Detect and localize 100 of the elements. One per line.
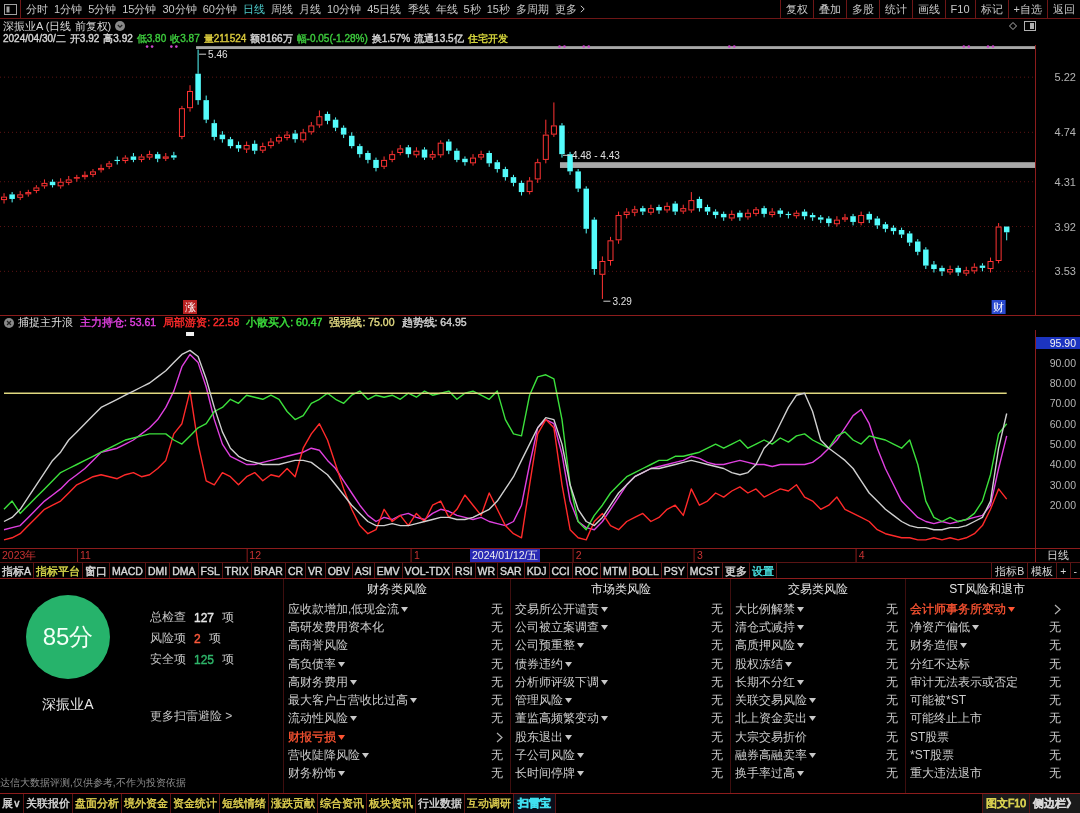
indicator-tab[interactable]: PSY xyxy=(661,563,688,578)
period-tab[interactable]: 周线 xyxy=(268,0,296,18)
risk-item[interactable]: 北上资金卖出 xyxy=(735,710,807,728)
indicator-tab[interactable]: BOLL xyxy=(629,563,662,578)
period-tab[interactable]: 1分钟 xyxy=(51,0,86,18)
side-button[interactable]: 侧边栏》 xyxy=(1029,794,1080,813)
caret-down-icon[interactable] xyxy=(809,753,816,758)
caret-down-icon[interactable] xyxy=(565,734,572,740)
indicator-tab[interactable]: MTM xyxy=(600,563,630,578)
risk-item[interactable]: 高研发费用资本化 xyxy=(288,618,384,636)
caret-down-icon[interactable] xyxy=(401,606,409,612)
risk-item[interactable]: 净资产偏低 xyxy=(910,618,970,636)
period-tab[interactable]: 15分钟 xyxy=(119,0,160,18)
more-button[interactable]: 更多 xyxy=(551,0,588,18)
bottom-tab[interactable]: 关联报价 xyxy=(23,794,73,813)
caret-down-icon[interactable] xyxy=(362,753,369,758)
risk-item[interactable]: 流动性风险 xyxy=(288,710,348,728)
indicator-tab[interactable]: - xyxy=(1069,563,1080,578)
indicator-tab[interactable]: 指标平台 xyxy=(34,563,83,578)
caret-down-icon[interactable] xyxy=(601,624,608,630)
toolbar-button[interactable]: 返回 xyxy=(1047,0,1080,18)
panel-toggle-icon[interactable] xyxy=(1024,21,1036,32)
risk-item[interactable]: 大比例解禁 xyxy=(735,600,795,618)
caret-down-icon[interactable] xyxy=(809,716,816,722)
caret-down-icon[interactable] xyxy=(601,679,608,685)
indicator-tab[interactable]: DMI xyxy=(145,563,171,578)
indicator-tab[interactable]: BRAR xyxy=(251,563,286,578)
caret-down-icon[interactable] xyxy=(785,661,792,667)
indicator-tab[interactable]: KDJ xyxy=(524,563,550,578)
period-tab[interactable]: 30分钟 xyxy=(159,0,200,18)
risk-item[interactable]: 最大客户占营收比过高 xyxy=(288,692,408,710)
risk-item[interactable]: 公司预重整 xyxy=(515,637,575,655)
risk-item[interactable]: 清仓式减持 xyxy=(735,618,795,636)
toolbar-button[interactable]: 复权 xyxy=(779,0,813,18)
chevron-right-icon[interactable] xyxy=(496,731,503,743)
period-tab[interactable]: 5分钟 xyxy=(85,0,120,18)
indicator-tab[interactable]: MCST xyxy=(687,563,723,578)
risk-item[interactable]: 子公司风险 xyxy=(515,747,575,764)
risk-item[interactable]: 营收陡降风险 xyxy=(288,747,360,764)
period-tab[interactable]: 5秒 xyxy=(460,0,484,18)
risk-item[interactable]: 高财务费用 xyxy=(288,673,348,691)
bottom-tab[interactable]: 展∨ xyxy=(0,794,24,813)
indicator-tab[interactable]: VOL-TDX xyxy=(402,563,454,578)
bottom-tab[interactable]: 资金统计 xyxy=(170,794,220,813)
risk-item[interactable]: 大宗交易折价 xyxy=(735,728,807,746)
toolbar-button[interactable]: +自选 xyxy=(1007,0,1047,18)
caret-down-icon[interactable] xyxy=(350,679,357,685)
toolbar-button[interactable]: F10 xyxy=(944,0,975,18)
toolbar-button[interactable]: 标记 xyxy=(974,0,1008,18)
risk-item[interactable]: 换手率过高 xyxy=(735,765,795,783)
indicator-tab[interactable]: TRIX xyxy=(222,563,252,578)
risk-item[interactable]: 审计无法表示或否定 xyxy=(910,673,1018,691)
bottom-tab[interactable]: 行业数据 xyxy=(415,794,465,813)
caret-down-icon[interactable] xyxy=(577,753,584,758)
risk-item[interactable]: 董监高频繁变动 xyxy=(515,710,599,728)
diamond-icon[interactable] xyxy=(1009,22,1017,31)
bottom-tab[interactable]: 短线情绪 xyxy=(219,794,269,813)
risk-item[interactable]: 可能终止上市 xyxy=(910,710,982,728)
risk-item[interactable]: 重大违法退市 xyxy=(910,765,982,783)
risk-item[interactable]: ST股票 xyxy=(910,728,950,746)
indicator-tab[interactable]: FSL xyxy=(198,563,223,578)
risk-item[interactable]: 分红不达标 xyxy=(910,655,970,673)
period-tab[interactable]: 45日线 xyxy=(364,0,405,18)
risk-item[interactable]: 高质押风险 xyxy=(735,637,795,655)
bottom-tab[interactable]: 涨跌贡献 xyxy=(268,794,318,813)
side-button[interactable]: 图文F10 xyxy=(981,794,1029,813)
indicator-tab[interactable]: 指标A xyxy=(0,563,34,578)
caret-down-icon[interactable] xyxy=(565,698,572,704)
indicator-tab[interactable]: RSI xyxy=(453,563,476,578)
period-tab[interactable]: 10分钟 xyxy=(324,0,365,18)
risk-item[interactable]: 股权冻结 xyxy=(735,655,783,673)
risk-item[interactable]: 财务粉饰 xyxy=(288,765,336,783)
indicator-tab[interactable]: 窗口 xyxy=(83,563,110,578)
indicator-tab[interactable]: 更多 xyxy=(722,563,750,578)
period-tab[interactable]: 多周期 xyxy=(512,0,552,18)
event-badge[interactable]: 财 xyxy=(991,300,1006,314)
period-tab[interactable]: 年线 xyxy=(432,0,461,18)
period-tab[interactable]: 15秒 xyxy=(483,0,513,18)
risk-item[interactable]: 财务造假 xyxy=(910,637,958,655)
indicator-tab[interactable]: SAR xyxy=(498,563,525,578)
caret-down-icon[interactable] xyxy=(577,643,584,649)
risk-item[interactable]: 公司被立案调查 xyxy=(515,618,599,636)
risk-item[interactable]: 高负债率 xyxy=(288,655,336,673)
risk-item[interactable]: 管理风险 xyxy=(515,692,563,710)
indicator-tab[interactable]: WR xyxy=(475,563,499,578)
risk-item[interactable]: 财报亏损 xyxy=(288,728,336,746)
period-tab[interactable]: 60分钟 xyxy=(199,0,240,18)
caret-down-icon[interactable] xyxy=(1008,606,1015,612)
caret-down-icon[interactable] xyxy=(797,771,804,777)
x-circle-icon[interactable] xyxy=(4,318,14,328)
bottom-tab[interactable]: 盘面分析 xyxy=(72,794,122,813)
caret-down-icon[interactable] xyxy=(809,698,816,704)
bottom-tab[interactable]: 扫雷宝 xyxy=(513,794,556,813)
caret-down-icon[interactable] xyxy=(797,643,804,649)
period-tab[interactable]: 分时 xyxy=(23,0,51,18)
layout-icon[interactable] xyxy=(3,3,17,15)
risk-item[interactable]: 应收款增加,低现金流 xyxy=(288,600,400,618)
caret-down-icon[interactable] xyxy=(797,679,804,685)
bottom-tab[interactable]: 板块资讯 xyxy=(366,794,416,813)
caret-down-icon[interactable] xyxy=(601,606,608,612)
